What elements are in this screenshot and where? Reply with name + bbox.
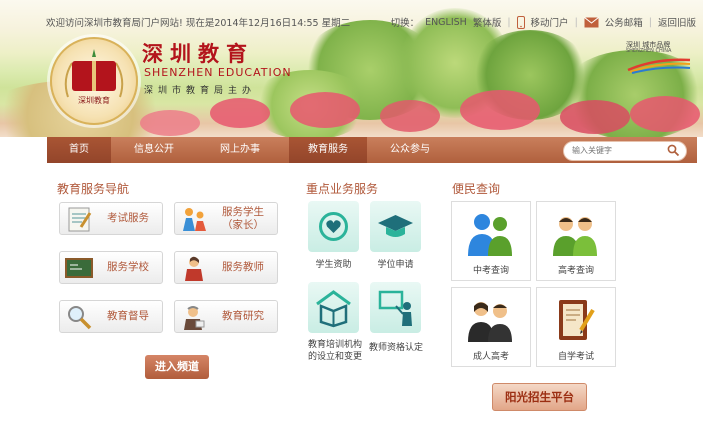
tile-label: 成人高考 (472, 352, 509, 362)
researcher-icon (184, 305, 205, 330)
emblem-text: 深圳教育 (78, 96, 110, 105)
graduation-cap-icon (378, 215, 413, 237)
convenience-title: 便民查询 (452, 182, 501, 196)
flower (290, 92, 360, 128)
people-blue-icon (468, 214, 512, 256)
people-green-icon (553, 217, 597, 256)
heart-icon (319, 212, 348, 241)
presenter-icon (378, 290, 412, 326)
button-label: 服务学生 （家长） (209, 206, 277, 232)
english-link[interactable]: ENGLISH (425, 17, 467, 28)
magnifier-icon (68, 305, 92, 329)
exam-service-button[interactable]: 考试服务 (59, 202, 163, 235)
education-research-button[interactable]: 教育研究 (174, 300, 278, 333)
flower (380, 100, 440, 132)
nav-public-participation[interactable]: 公众参与 (367, 137, 453, 163)
students-icon (183, 207, 206, 231)
divider: | (648, 16, 652, 28)
search-input[interactable] (572, 143, 662, 157)
label-line1: 服务学生 (222, 205, 264, 218)
student-aid-label: 学生资助 (315, 260, 352, 270)
tile-label: 自学考试 (557, 352, 594, 362)
nav-online-services[interactable]: 网上办事 (197, 137, 283, 163)
nav-education-services[interactable]: 教育服务 (289, 137, 367, 163)
book-icon (72, 61, 116, 91)
flower (460, 90, 540, 130)
training-institution-label: 教育培训机构 的设立和变更 (302, 339, 368, 363)
adult-exam-icon (468, 302, 512, 342)
top-bar: 欢迎访问深圳市教育局门户网站! 现在是2014年12月16日14:55 星期二 … (46, 15, 696, 29)
site-subtitle: 深圳市教育局主办 (144, 86, 257, 96)
label-line2: 的设立和变更 (307, 352, 362, 362)
mobile-portal-link[interactable]: 移动门户 (531, 15, 569, 29)
serve-teachers-button[interactable]: 服务教师 (174, 251, 278, 284)
label-line2: （家长） (222, 218, 264, 231)
sunshine-enrollment-platform-button[interactable]: 阳光招生平台 (492, 383, 587, 411)
key-services-title: 重点业务服务 (306, 182, 379, 196)
serve-students-button[interactable]: 服务学生 （家长） (174, 202, 278, 235)
teacher-qualification-label: 教师资格认定 (368, 343, 423, 353)
welcome-text: 欢迎访问深圳市教育局门户网站! 现在是2014年12月16日14:55 星期二 (46, 18, 351, 29)
flower (560, 100, 630, 134)
notebook-icon (559, 300, 595, 340)
nav-info-disclosure[interactable]: 信息公开 (111, 137, 197, 163)
button-label: 教育督导 (107, 310, 149, 322)
degree-application-tile[interactable] (370, 201, 421, 252)
old-version-link[interactable]: 返回旧版 (658, 15, 696, 29)
search-icon[interactable] (667, 144, 680, 157)
self-study-exam-tile[interactable]: 自学考试 (536, 287, 616, 367)
adult-exam-tile[interactable]: 成人高考 (451, 287, 531, 367)
zhongkao-query-tile[interactable]: 中考查询 (451, 201, 531, 281)
button-label: 教育研究 (222, 310, 264, 322)
city-swoosh-icon (627, 58, 691, 74)
mobile-icon (516, 15, 525, 29)
button-label: 服务教师 (222, 261, 264, 273)
official-email-link[interactable]: 公务邮箱 (605, 15, 643, 29)
header-banner: 欢迎访问深圳市教育局门户网站! 现在是2014年12月16日14:55 星期二 … (0, 0, 703, 137)
book-house-icon (316, 290, 351, 328)
nav-home[interactable]: 首页 (47, 137, 111, 163)
tile-label: 中考查询 (472, 266, 509, 276)
education-emblem[interactable]: 深圳教育 (50, 37, 138, 125)
student-aid-tile[interactable] (308, 201, 359, 252)
enter-channel-button[interactable]: 进入频道 (145, 355, 209, 379)
label-line1: 教育培训机构 (307, 340, 362, 350)
serve-schools-button[interactable]: 服务学校 (59, 251, 163, 284)
divider: | (507, 16, 511, 28)
gaokao-query-tile[interactable]: 高考查询 (536, 201, 616, 281)
flower (630, 96, 700, 132)
teacher-icon (185, 256, 203, 281)
shenzhen-city-logo: 深圳 城市品牌 SHENZHEN CHINA (626, 40, 692, 74)
exam-icon (68, 207, 92, 231)
button-label: 考试服务 (107, 212, 149, 224)
degree-application-label: 学位申请 (377, 260, 414, 270)
training-institution-tile[interactable] (308, 282, 359, 333)
top-links: 切换： ENGLISH 繁体版 | 移动门户 | 公务邮箱 | 返回旧版 (391, 15, 696, 29)
tile-label: 高考查询 (557, 266, 594, 276)
flower (210, 98, 270, 128)
switch-label: 切换： (390, 18, 420, 29)
main-nav: 首页 信息公开 网上办事 教育服务 公众参与 (47, 137, 697, 163)
button-label: 服务学校 (107, 261, 149, 273)
site-title: 深圳教育 (142, 41, 254, 66)
search-box (563, 141, 687, 161)
mail-icon (583, 16, 599, 27)
site-title-english: SHENZHEN EDUCATION (144, 66, 292, 79)
city-logo-english: SHENZHEN CHINA (626, 48, 672, 54)
main-content: 教育服务导航 考试服务 服务学生 （家长） 服务学校 服务教师 教育督导 教育研究… (47, 163, 697, 437)
guide-title: 教育服务导航 (57, 182, 130, 196)
blackboard-icon (65, 257, 93, 278)
teacher-qualification-tile[interactable] (370, 282, 421, 333)
divider: | (574, 16, 578, 28)
traditional-chinese-link[interactable]: 繁体版 (473, 15, 502, 29)
education-supervision-button[interactable]: 教育督导 (59, 300, 163, 333)
flower (140, 110, 200, 136)
